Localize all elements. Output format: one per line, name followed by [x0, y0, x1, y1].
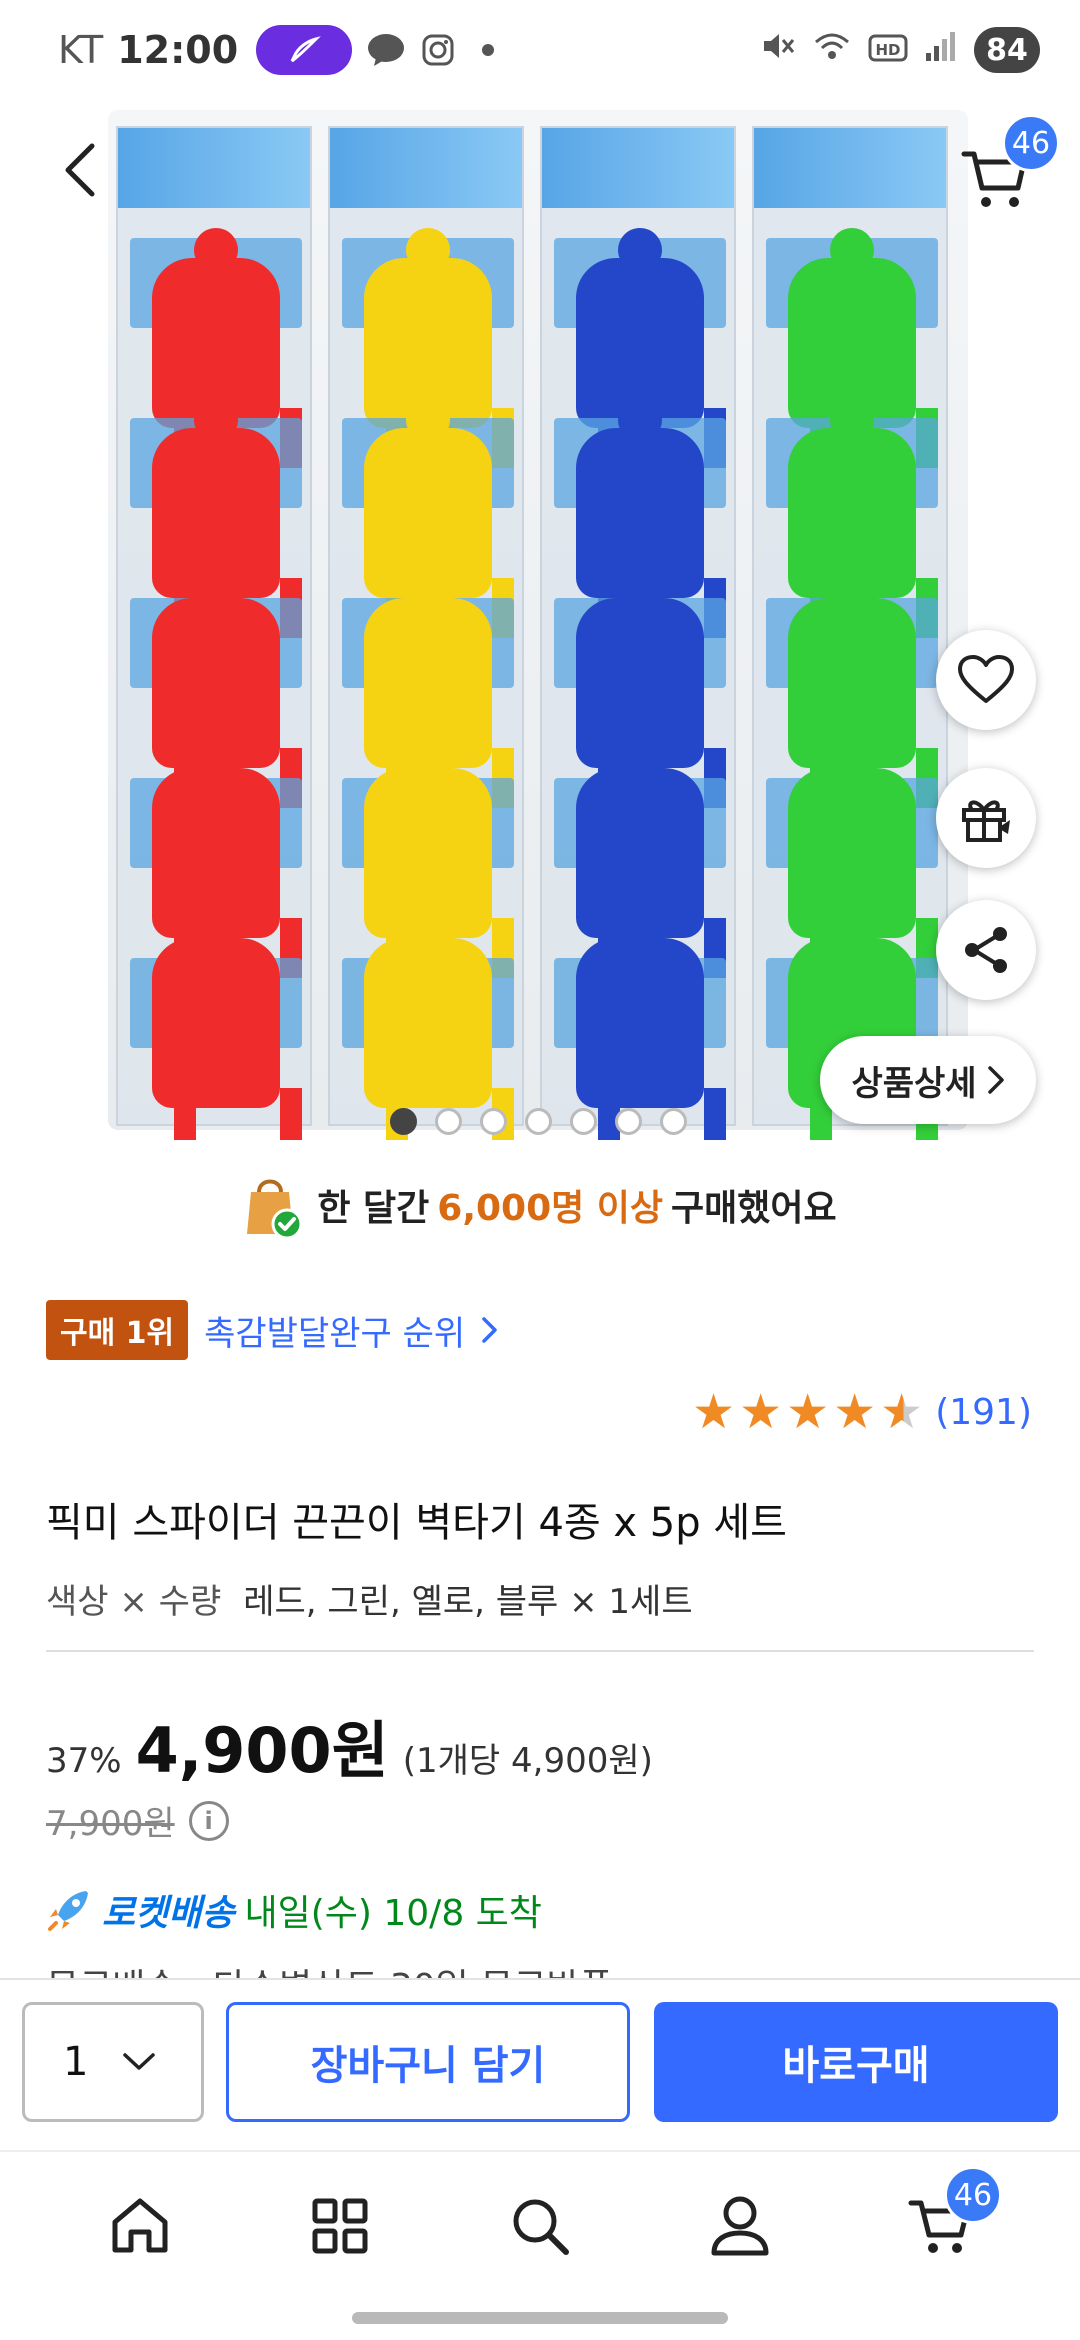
- rank-link[interactable]: 촉감발달완구 순위: [204, 1306, 465, 1355]
- share-button[interactable]: [936, 900, 1036, 1000]
- half-star-icon: ★: [880, 1384, 924, 1440]
- bottom-navigation: 46: [0, 2150, 1080, 2300]
- nav-search[interactable]: [500, 2186, 580, 2266]
- carousel-dot: [480, 1108, 507, 1135]
- heart-icon: [958, 655, 1014, 703]
- quantity-select[interactable]: 1: [22, 2002, 204, 2122]
- package-header-graphic: [754, 128, 946, 208]
- star-icon: ★: [739, 1384, 783, 1440]
- review-count[interactable]: (191): [935, 1392, 1032, 1433]
- divider: [46, 1650, 1034, 1652]
- add-to-cart-button[interactable]: 장바구니 담기: [226, 2002, 630, 2122]
- rocket-icon: [48, 1891, 88, 1931]
- climber-figure: [576, 908, 726, 1140]
- status-bar: KT 12:00 HD 84: [0, 0, 1080, 100]
- wifi-icon: [812, 28, 852, 73]
- rank-badge: 구매 1위: [46, 1300, 189, 1360]
- banner-prefix: 한 달간: [317, 1188, 430, 1229]
- feather-app-icon: [256, 25, 353, 75]
- climber-figure: [364, 908, 514, 1140]
- chevron-right-icon: [987, 1066, 1004, 1094]
- arrival-date: 내일(수) 10/8 도착: [244, 1893, 542, 1934]
- search-icon: [513, 2199, 569, 2255]
- purchase-bar: 1 장바구니 담기 바로구매: [0, 1978, 1080, 2150]
- banner-suffix: 구매했어요: [671, 1188, 837, 1229]
- cart-count-badge: 46: [944, 2166, 1002, 2224]
- shopping-bag-check-icon: [243, 1174, 303, 1240]
- home-indicator[interactable]: [352, 2312, 728, 2324]
- instagram-icon: [418, 30, 458, 70]
- gift-button[interactable]: [936, 768, 1036, 868]
- quantity-value: 1: [63, 2039, 89, 2085]
- svg-text:HD: HD: [875, 41, 900, 59]
- home-icon: [112, 2198, 168, 2253]
- package-header-graphic: [542, 128, 734, 208]
- carousel-dot: [435, 1108, 462, 1135]
- purchase-count-banner: 한 달간 6,000명 이상 구매했어요: [0, 1170, 1080, 1240]
- notification-dot-icon: [482, 44, 495, 56]
- nav-cart[interactable]: 46: [900, 2166, 1002, 2266]
- product-title: 픽미 스파이더 끈끈이 벽타기 4종 x 5p 세트: [46, 1500, 787, 1546]
- clock: 12:00: [117, 28, 239, 72]
- info-icon[interactable]: i: [188, 1800, 229, 1841]
- product-strip: [752, 126, 948, 1140]
- cart-button[interactable]: 46: [960, 114, 1060, 210]
- share-icon: [965, 927, 1007, 973]
- option-row[interactable]: 색상 × 수량 레드, 그린, 옐로, 블루 × 1세트: [46, 1574, 693, 1623]
- back-button[interactable]: [50, 140, 110, 200]
- battery-indicator: 84: [974, 27, 1040, 73]
- sale-price: 4,900원: [135, 1714, 389, 1787]
- wishlist-button[interactable]: [936, 630, 1036, 730]
- category-rank-row[interactable]: 구매 1위 촉감발달완구 순위: [46, 1300, 499, 1360]
- nav-categories[interactable]: [300, 2186, 380, 2266]
- buy-now-button[interactable]: 바로구매: [654, 2002, 1058, 2122]
- rating-row[interactable]: ★ ★ ★ ★ ★ (191): [692, 1388, 1032, 1436]
- product-strip: [116, 126, 312, 1140]
- product-photo: [108, 110, 968, 1140]
- price-row: 37% 4,900원 (1개당 4,900원): [46, 1700, 653, 1790]
- star-icon: ★: [833, 1384, 877, 1440]
- person-icon: [711, 2196, 769, 2256]
- hd-icon: HD: [868, 28, 908, 72]
- cart-count-badge: 46: [1002, 114, 1060, 172]
- product-detail-button[interactable]: 상품상세: [820, 1036, 1036, 1124]
- option-value: 레드, 그린, 옐로, 블루 × 1세트: [243, 1582, 693, 1622]
- mute-icon: [760, 28, 796, 73]
- carrier-label: KT: [58, 28, 104, 72]
- carousel-dot: [390, 1108, 417, 1135]
- unit-price: (1개당 4,900원): [402, 1741, 653, 1781]
- chevron-down-icon: [123, 2053, 156, 2070]
- carousel-dot: [570, 1108, 597, 1135]
- original-price: 7,900원: [46, 1804, 175, 1844]
- delivery-row: 로켓배송 내일(수) 10/8 도착: [46, 1884, 542, 1936]
- shipping-info-row: 무료배송 · 다수벽상도 30일 무료반품: [46, 1958, 613, 1980]
- product-detail-label: 상품상세: [851, 1063, 977, 1104]
- banner-highlight: 6,000명 이상: [437, 1188, 664, 1229]
- carousel-dot: [525, 1108, 552, 1135]
- package-header-graphic: [118, 128, 310, 208]
- product-image-carousel[interactable]: [0, 100, 1080, 1140]
- nav-home[interactable]: [100, 2186, 180, 2266]
- grid-icon: [312, 2198, 368, 2254]
- option-label: 색상 × 수량: [46, 1582, 222, 1622]
- gift-icon: [962, 800, 1010, 842]
- climber-figure: [152, 908, 302, 1140]
- carousel-dot: [615, 1108, 642, 1135]
- carousel-indicator: [390, 1108, 687, 1135]
- original-price-row: 7,900원 i: [46, 1796, 229, 1845]
- star-icon: ★: [786, 1384, 830, 1440]
- product-strip: [540, 126, 736, 1140]
- carousel-dot: [660, 1108, 687, 1135]
- rocket-delivery-label: 로켓배송: [102, 1893, 235, 1934]
- chevron-right-icon: [482, 1317, 497, 1343]
- discount-rate: 37%: [46, 1741, 122, 1781]
- nav-my-account[interactable]: [700, 2186, 780, 2266]
- chat-icon: [366, 30, 406, 70]
- product-strip: [328, 126, 524, 1140]
- star-icon: ★: [692, 1384, 736, 1440]
- status-icons: HD 84: [760, 27, 1040, 73]
- signal-icon: [924, 28, 958, 72]
- chevron-left-icon: [65, 143, 95, 197]
- package-header-graphic: [330, 128, 522, 208]
